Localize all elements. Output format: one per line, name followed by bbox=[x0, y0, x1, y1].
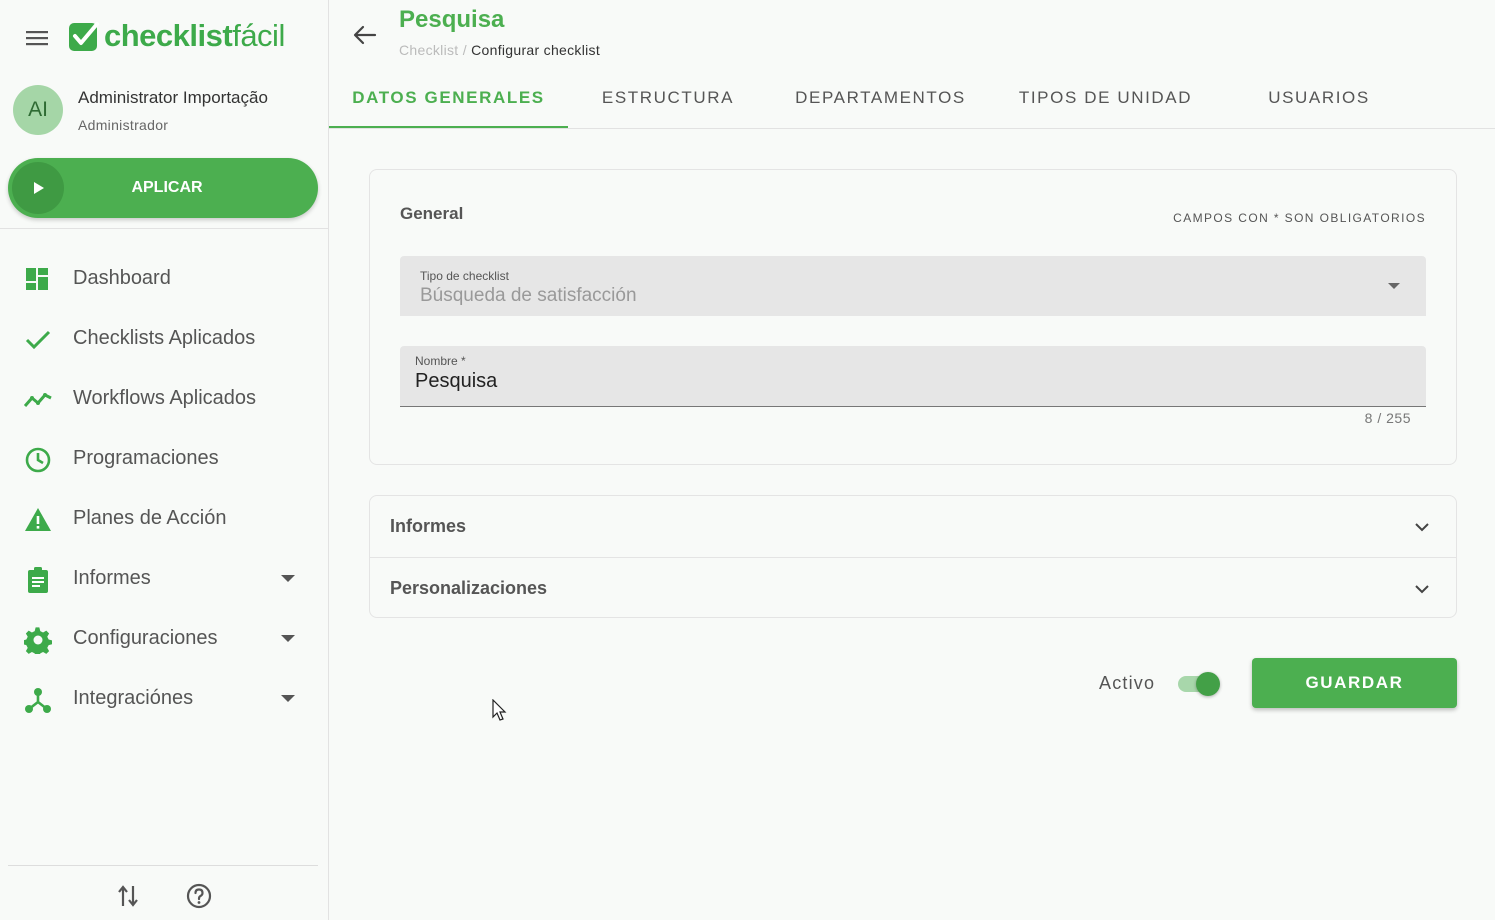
active-tab-indicator bbox=[329, 126, 568, 128]
character-counter: 8 / 255 bbox=[1364, 410, 1411, 426]
sidebar-item-planes[interactable]: Planes de Acción bbox=[0, 489, 328, 549]
sidebar-item-label: Checklists Aplicados bbox=[73, 327, 256, 349]
mouse-cursor-icon bbox=[492, 699, 507, 721]
name-field[interactable]: Nombre * Pesquisa bbox=[400, 346, 1426, 407]
required-fields-note: CAMPOS CON * SON OBLIGATORIOS bbox=[1173, 211, 1426, 225]
trending-icon bbox=[24, 393, 52, 407]
warning-icon bbox=[25, 508, 51, 531]
accordion-personalizaciones[interactable]: Personalizaciones bbox=[370, 557, 1456, 618]
clock-icon bbox=[25, 447, 51, 473]
sidebar-item-label: Programaciones bbox=[73, 447, 219, 469]
checklist-type-label: Tipo de checklist bbox=[420, 269, 509, 283]
chevron-down-icon bbox=[1415, 585, 1429, 594]
tab-datos-generales[interactable]: DATOS GENERALES bbox=[329, 68, 568, 128]
sidebar-divider bbox=[0, 228, 328, 229]
dashboard-icon bbox=[26, 268, 48, 290]
tab-usuarios[interactable]: USUARIOS bbox=[1218, 68, 1420, 128]
apply-button-label: APLICAR bbox=[131, 179, 203, 196]
sidebar-item-label: Informes bbox=[73, 567, 151, 589]
caret-down-icon bbox=[281, 575, 295, 582]
save-button[interactable]: GUARDAR bbox=[1252, 658, 1457, 708]
sidebar-item-label: Dashboard bbox=[73, 267, 171, 289]
avatar[interactable]: AI bbox=[13, 85, 63, 135]
sidebar-item-dashboard[interactable]: Dashboard bbox=[0, 249, 328, 309]
accordion-informes[interactable]: Informes bbox=[370, 496, 1456, 557]
chevron-down-icon bbox=[1415, 523, 1429, 532]
name-field-label: Nombre * bbox=[415, 354, 466, 368]
hamburger-menu-icon[interactable] bbox=[24, 26, 52, 50]
general-card: General CAMPOS CON * SON OBLIGATORIOS Ti… bbox=[369, 169, 1457, 465]
sidebar-item-label: Integraciónes bbox=[73, 687, 194, 709]
sidebar-item-integraciones[interactable]: Integraciónes bbox=[0, 669, 328, 729]
sidebar-item-label: Configuraciones bbox=[73, 627, 218, 649]
back-arrow-icon[interactable] bbox=[350, 20, 380, 50]
help-icon[interactable] bbox=[185, 882, 213, 910]
app-logo[interactable]: checklistfácil bbox=[68, 18, 285, 54]
sidebar-item-label: Workflows Aplicados bbox=[73, 387, 257, 409]
sidebar-item-label: Planes de Acción bbox=[73, 507, 227, 529]
sidebar-bottom-divider bbox=[8, 865, 318, 866]
sidebar-item-checklists[interactable]: Checklists Aplicados bbox=[0, 309, 328, 369]
user-name: Administrator Importação bbox=[78, 88, 268, 107]
gear-icon bbox=[24, 627, 52, 654]
name-field-value: Pesquisa bbox=[415, 370, 498, 392]
toggle-knob bbox=[1196, 672, 1220, 696]
user-role: Administrador bbox=[78, 117, 169, 133]
breadcrumb-current: Configurar checklist bbox=[471, 42, 601, 58]
accordion-label: Personalizaciones bbox=[390, 578, 548, 598]
page-title: Pesquisa bbox=[399, 6, 505, 33]
active-toggle-label: Activo bbox=[1099, 673, 1156, 693]
sidebar-item-workflows[interactable]: Workflows Aplicados bbox=[0, 369, 328, 429]
caret-down-icon bbox=[281, 635, 295, 642]
sidebar-nav: Dashboard Checklists Aplicados Workflows… bbox=[0, 249, 328, 729]
sidebar: checklistfácil AI Administrator Importaç… bbox=[0, 0, 329, 920]
tab-estructura[interactable]: ESTRUCTURA bbox=[568, 68, 768, 128]
caret-down-icon bbox=[1388, 283, 1400, 289]
accordion-label: Informes bbox=[390, 516, 467, 536]
card-title: General bbox=[400, 204, 464, 223]
logo-check-icon bbox=[69, 22, 99, 51]
checklist-type-value: Búsqueda de satisfacción bbox=[420, 285, 637, 306]
clipboard-icon bbox=[28, 567, 48, 593]
settings-accordion: Informes Personalizaciones bbox=[369, 495, 1457, 618]
breadcrumb-separator: / bbox=[462, 42, 467, 58]
hub-icon bbox=[25, 688, 51, 713]
caret-down-icon bbox=[281, 695, 295, 702]
tab-tipos-de-unidad[interactable]: TIPOS DE UNIDAD bbox=[993, 68, 1218, 128]
sidebar-item-informes[interactable]: Informes bbox=[0, 549, 328, 609]
check-icon bbox=[25, 330, 51, 350]
sidebar-item-programaciones[interactable]: Programaciones bbox=[0, 429, 328, 489]
checklist-type-select[interactable]: Tipo de checklist Búsqueda de satisfacci… bbox=[400, 256, 1426, 316]
tab-bar: DATOS GENERALES ESTRUCTURA DEPARTAMENTOS… bbox=[329, 68, 1495, 129]
breadcrumb: Checklist / Configurar checklist bbox=[399, 42, 600, 58]
tab-departamentos[interactable]: DEPARTAMENTOS bbox=[768, 68, 993, 128]
breadcrumb-parent[interactable]: Checklist bbox=[399, 42, 459, 58]
apply-button[interactable]: APLICAR bbox=[8, 158, 318, 218]
logo-text: checklistfácil bbox=[104, 18, 285, 53]
swap-vertical-icon[interactable] bbox=[116, 882, 140, 910]
active-toggle[interactable] bbox=[1176, 672, 1222, 696]
sidebar-item-configuraciones[interactable]: Configuraciones bbox=[0, 609, 328, 669]
